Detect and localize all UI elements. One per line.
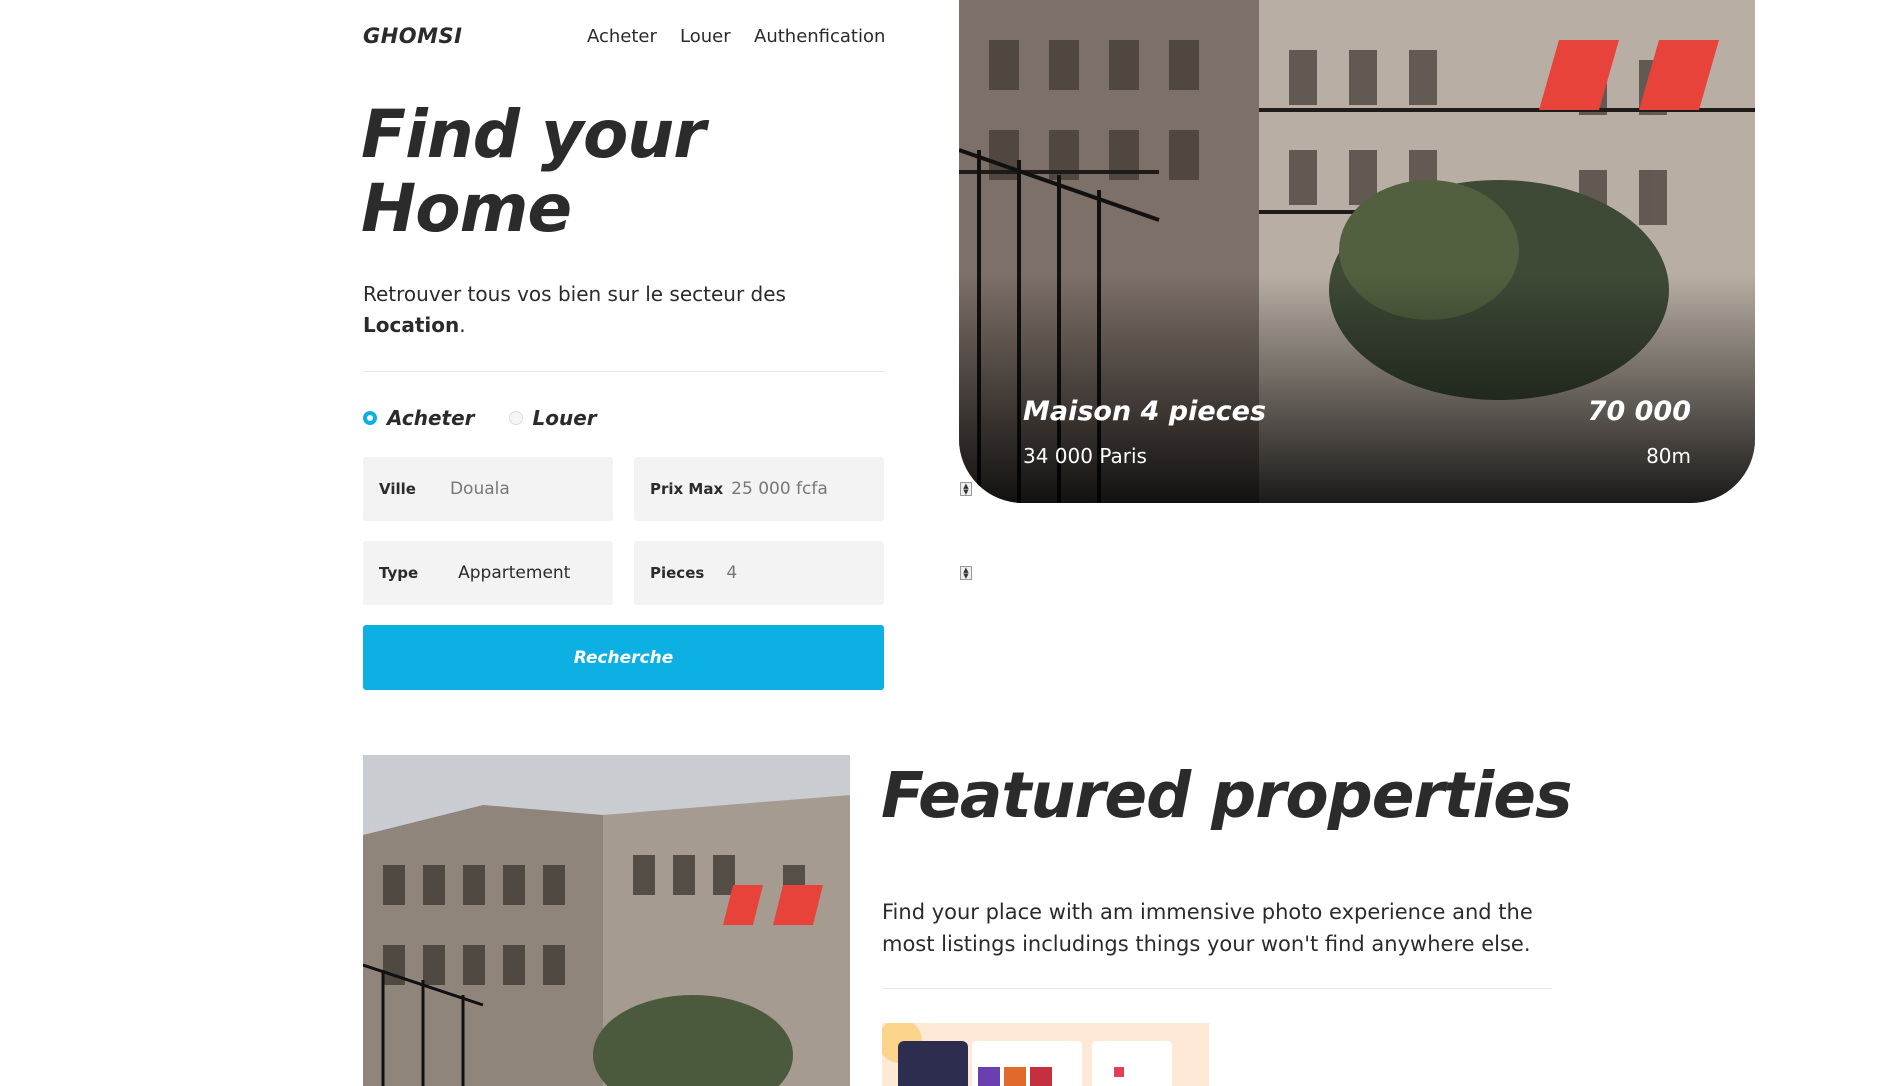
pieces-stepper-icon[interactable]: ▲ ▼ [960, 566, 972, 580]
ville-label: Ville [379, 480, 416, 498]
radio-acheter-label: Acheter [387, 406, 475, 430]
card-property-name: Maison 4 pieces [1023, 396, 1267, 427]
pieces-label: Pieces [650, 564, 705, 582]
prix-max-value[interactable]: 25 000 fcfa [731, 479, 828, 499]
card-gradient [959, 273, 1755, 503]
app-preview-image [882, 1023, 1209, 1086]
pieces-field[interactable]: Pieces 4 [634, 541, 884, 605]
featured-divider [882, 988, 1552, 989]
card-area: 80m [1646, 444, 1691, 468]
radio-louer-dot[interactable] [508, 411, 523, 425]
featured-text: Find your place with am immensive photo … [882, 900, 1533, 956]
nav-louer[interactable]: Louer [680, 26, 731, 47]
prix-max-label: Prix Max [650, 480, 724, 498]
brand-logo[interactable]: GHOMSI [363, 24, 463, 48]
featured-building-image [363, 755, 850, 1086]
hero-title-line1: Find your [361, 96, 706, 173]
hero-subtitle-text: Retrouver tous vos bien sur le secteur d… [363, 282, 786, 306]
app-preview-graphic [882, 1023, 1209, 1086]
radio-acheter-dot[interactable] [363, 411, 377, 425]
card-price: 70 000 [1587, 396, 1691, 427]
hero-title: Find your Home [361, 96, 706, 247]
hero-subtitle: Retrouver tous vos bien sur le secteur d… [363, 279, 883, 341]
featured-photo [363, 755, 850, 1086]
type-label: Type [379, 564, 419, 582]
mode-selector: Acheter Louer [363, 406, 597, 430]
prix-max-field[interactable]: Prix Max 25 000 fcfa [634, 457, 884, 521]
radio-acheter[interactable]: Acheter [363, 406, 475, 430]
card-location: 34 000 Paris [1023, 444, 1147, 468]
pieces-value[interactable]: 4 [726, 563, 737, 583]
hero-subtitle-bold: Location [363, 313, 460, 337]
ville-value[interactable]: Douala [450, 479, 510, 499]
hero-property-card[interactable]: Maison 4 pieces 34 000 Paris 70 000 80m [959, 0, 1755, 503]
type-select[interactable]: Appartement [458, 563, 570, 583]
ville-field[interactable]: Ville Douala [363, 457, 613, 521]
radio-louer[interactable]: Louer [508, 406, 597, 430]
radio-louer-label: Louer [532, 406, 597, 430]
hero-title-line2: Home [361, 170, 572, 247]
featured-title: Featured properties [881, 759, 1572, 832]
divider [363, 371, 884, 372]
hero-subtitle-end: . [459, 313, 466, 337]
type-field[interactable]: Type Appartement [363, 541, 613, 605]
nav-authentification[interactable]: Authenfication [754, 26, 885, 47]
search-button[interactable]: Recherche [363, 625, 884, 690]
nav-acheter[interactable]: Acheter [587, 26, 657, 47]
